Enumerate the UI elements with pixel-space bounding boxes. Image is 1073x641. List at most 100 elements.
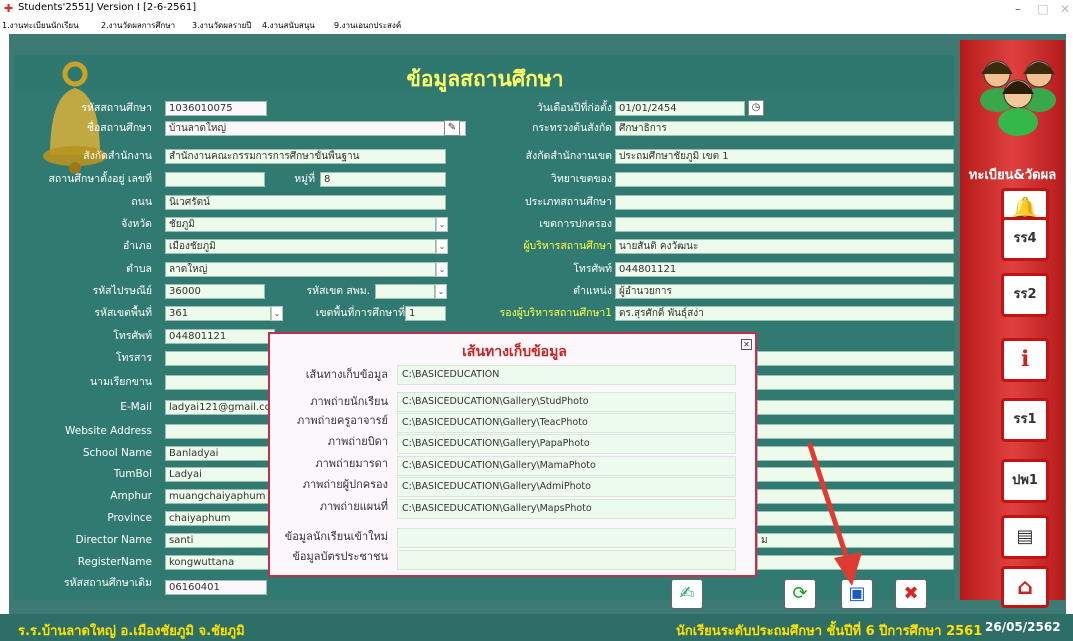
email-field[interactable]: ladyai121@gmail.com (165, 400, 275, 415)
new-student-field[interactable] (397, 528, 736, 548)
close-button[interactable]: ✕ (1050, 1, 1073, 17)
position-field[interactable]: ผู้อำนวยการ (615, 284, 954, 299)
sidebar-item-pp1[interactable]: ปพ1 (1001, 459, 1049, 503)
teacher-photo-label: ภาพถ่ายครูอาจารย์ (297, 414, 388, 427)
director-field[interactable]: นายสันติ คงวัฒนะ (615, 239, 954, 254)
director-name-field[interactable]: santi (165, 533, 275, 548)
guardian-photo-field[interactable]: C:\BASICEDUCATION\Gallery\AdmiPhoto (397, 477, 736, 497)
path-field[interactable]: C:\BASICEDUCATION (397, 365, 736, 385)
phone-label: โทรศัพท์ (113, 330, 152, 342)
register-name-label: RegisterName (77, 556, 152, 568)
app-icon: ✚ (4, 2, 14, 15)
agency-field[interactable]: สำนักงานคณะกรรมการการศึกษาขั้นพื้นฐาน (165, 149, 446, 164)
menu-support[interactable]: 4.งานสนับสนุน (262, 19, 315, 32)
right-field-a[interactable] (757, 351, 954, 366)
postcode-field[interactable]: 36000 (165, 284, 265, 299)
website-field[interactable] (165, 424, 275, 439)
college-zone-label: วิทยาเขตของ (550, 173, 612, 185)
nickname-field[interactable] (165, 375, 275, 390)
title-bar: ✚ Students'2551J Version I [2-6-2561] – … (0, 0, 1073, 18)
old-code-label: รหัสสถานศึกษาเดิม (64, 577, 152, 589)
school-name-en-label: School Name (82, 447, 152, 459)
phone-field[interactable]: 044801121 (165, 329, 275, 344)
director-label: ผู้บริหารสถานศึกษา (523, 240, 612, 252)
area-code-select[interactable]: 361 (165, 306, 271, 321)
mother-photo-field[interactable]: C:\BASICEDUCATION\Gallery\MamaPhoto (397, 456, 736, 476)
student-photo-label: ภาพถ่ายนักเรียน (310, 395, 388, 408)
cancel-button[interactable]: ✖ (895, 579, 927, 609)
school-type-label: ประเภทสถานศึกษา (524, 196, 612, 208)
subdistrict-select[interactable]: ลาดใหญ่ (165, 262, 436, 277)
id-card-field[interactable] (397, 550, 736, 570)
menu-measurement[interactable]: 2.งานวัดผลการศึกษา (101, 19, 175, 32)
signature-button[interactable]: ✍ (671, 579, 703, 609)
website-label: Website Address (64, 425, 152, 437)
chevron-down-icon[interactable]: ⌄ (271, 306, 283, 321)
home-button[interactable]: ⌂ (1001, 566, 1049, 608)
spm-code-select[interactable] (375, 284, 435, 299)
footer-school: ร.ร.บ้านลาดใหญ่ อ.เมืองชัยภูมิ จ.ชัยภูมิ (18, 624, 245, 639)
ministry-field[interactable]: ศึกษาธิการ (615, 121, 954, 136)
register-name-field[interactable]: kongwuttana (165, 555, 275, 570)
moo-label: หมู่ที่ (294, 173, 315, 185)
sidebar-item-rr1[interactable]: รร1 (1001, 398, 1049, 442)
teacher-photo-field[interactable]: C:\BASICEDUCATION\Gallery\TeacPhoto (397, 413, 736, 433)
road-label: ถนน (131, 196, 152, 208)
province-en-label: Province (107, 512, 152, 524)
fax-label: โทรสาร (115, 352, 152, 364)
school-name-en-field[interactable]: Banladyai (165, 446, 275, 461)
school-name-field[interactable]: บ้านลาดใหญ่ (165, 121, 466, 136)
right-field-c[interactable] (757, 400, 954, 415)
road-field[interactable]: นิเวศรัตน์ (165, 195, 446, 210)
amphur-field[interactable]: muangchaiyaphum (165, 489, 275, 504)
province-select[interactable]: ชัยภูมิ (165, 217, 436, 232)
menu-misc[interactable]: 9.งานเอนกประสงค์ (334, 19, 401, 32)
founded-field[interactable]: 01/01/2454 (615, 101, 745, 116)
college-zone-field[interactable] (615, 172, 954, 187)
right-field-b[interactable] (757, 375, 954, 390)
sidebar-item-rr4[interactable]: รร4 (1001, 217, 1049, 261)
father-photo-field[interactable]: C:\BASICEDUCATION\Gallery\PapaPhoto (397, 434, 736, 454)
report-button[interactable]: ▤ (1001, 515, 1049, 559)
right-phone-field[interactable]: 044801121 (615, 262, 954, 277)
admin-zone-label: เขตการปกครอง (539, 218, 612, 230)
arrow-annotation (807, 442, 862, 586)
edit-icon[interactable]: ✎ (444, 120, 460, 136)
clock-icon[interactable]: ◷ (748, 100, 764, 116)
school-code-field[interactable]: 1036010075 (165, 101, 267, 116)
tumbol-field[interactable]: Ladyai (165, 467, 275, 482)
menu-bar: 1.งานทะเบียนนักเรียน 2.งานวัดผลการศึกษา … (0, 18, 1073, 32)
deputy-field[interactable]: ดร.สุรศักดิ์ พันธุ์สง่า (615, 306, 954, 321)
student-photo-field[interactable]: C:\BASICEDUCATION\Gallery\StudPhoto (397, 392, 736, 412)
menu-registration[interactable]: 1.งานทะเบียนนักเรียน (2, 19, 79, 32)
pen-icon: ✍ (679, 583, 695, 604)
right-field-d[interactable] (757, 424, 954, 439)
right-phone-label: โทรศัพท์ (573, 263, 612, 275)
area-no-field[interactable]: 1 (405, 306, 446, 321)
address-no-field[interactable] (165, 172, 265, 187)
chevron-down-icon[interactable]: ⌄ (436, 239, 448, 254)
old-code-field[interactable]: 06160401 (165, 580, 267, 595)
father-photo-label: ภาพถ่ายบิดา (327, 435, 388, 448)
menu-annual[interactable]: 3.งานวัดผลรายปี (192, 19, 251, 32)
fax-field[interactable] (165, 351, 275, 366)
chevron-down-icon[interactable]: ⌄ (436, 262, 448, 277)
path-label: เส้นทางเก็บข้อมูล (305, 368, 388, 381)
chevron-down-icon[interactable]: ⌄ (435, 284, 447, 299)
map-photo-field[interactable]: C:\BASICEDUCATION\Gallery\MapsPhoto (397, 499, 736, 519)
chevron-down-icon[interactable]: ⌄ (436, 217, 448, 232)
district-select[interactable]: เมืองชัยภูมิ (165, 239, 436, 254)
amphur-label: Amphur (110, 490, 152, 502)
position-label: ตำแหน่ง (573, 285, 612, 297)
sidebar-item-rr2[interactable]: รร2 (1001, 273, 1049, 317)
school-type-field[interactable] (615, 195, 954, 210)
info-button[interactable]: ℹ (1001, 338, 1049, 382)
admin-zone-field[interactable] (615, 217, 954, 232)
dialog-close-icon[interactable]: ✕ (741, 339, 752, 350)
province-en-field[interactable]: chaiyaphum (165, 511, 275, 526)
district-label: อำเภอ (122, 240, 152, 252)
moo-field[interactable]: 8 (320, 172, 446, 187)
area-office-field[interactable]: ประถมศึกษาชัยภูมิ เขต 1 (615, 149, 954, 164)
nickname-label: นามเรียกขาน (90, 376, 152, 388)
area-no-label: เขตพื้นที่การศึกษาที่ (315, 307, 405, 319)
